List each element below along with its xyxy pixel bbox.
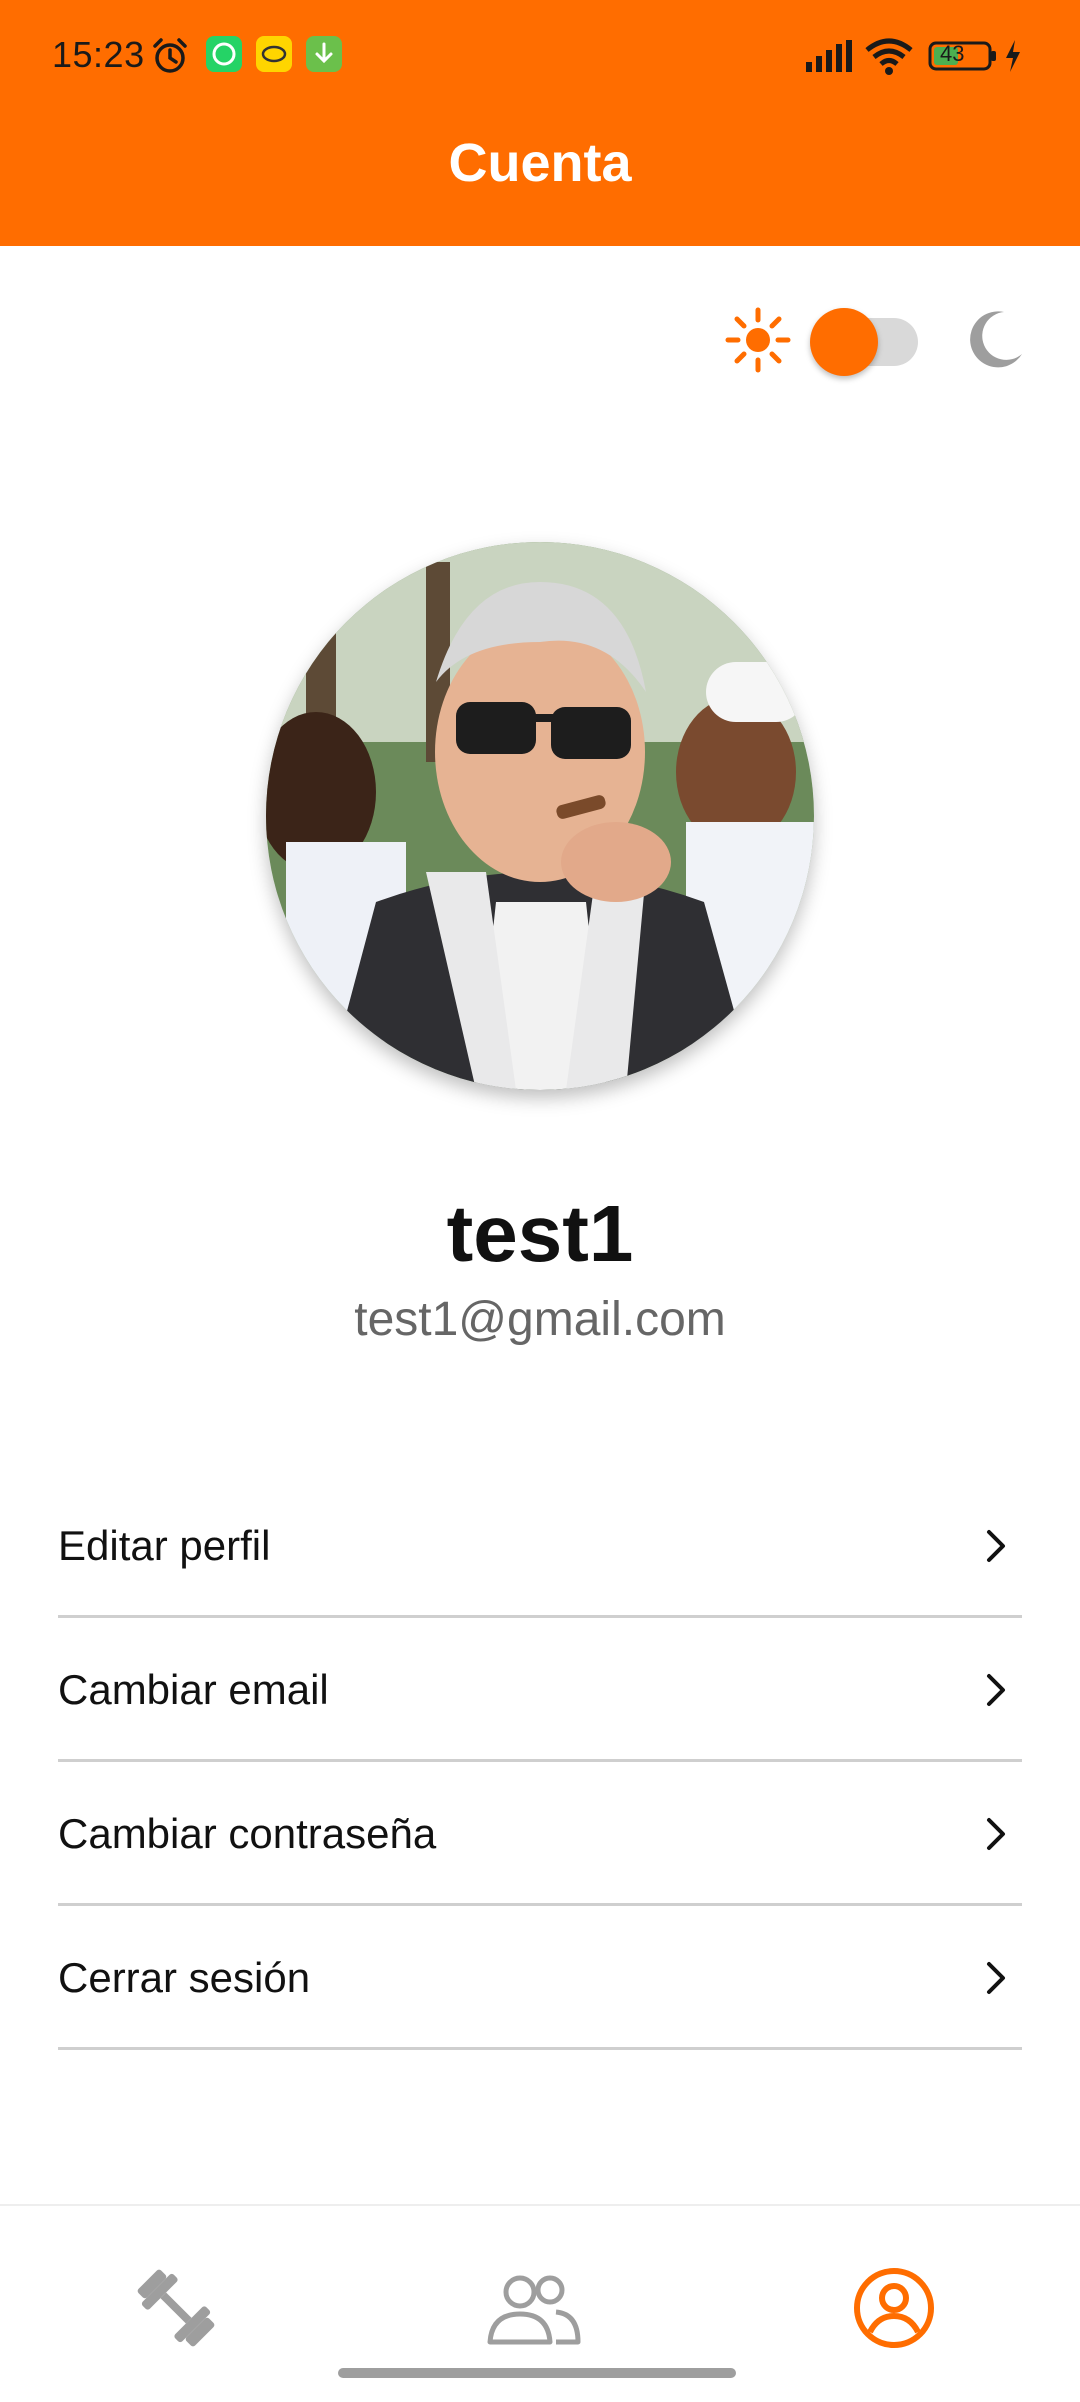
- menu-item-label: Cambiar email: [58, 1666, 329, 1713]
- chevron-right-icon: [984, 1960, 1008, 2001]
- profile-email: test1@gmail.com: [354, 1293, 726, 1346]
- theme-switch-thumb[interactable]: [810, 308, 878, 376]
- menu-item-label: Editar perfil: [58, 1522, 271, 1569]
- nav-workouts[interactable]: [116, 2250, 236, 2370]
- alarm-icon: [150, 36, 190, 81]
- app-bar: 15:23 43 Cuenta: [0, 0, 1080, 246]
- status-bar: 15:23 43: [0, 0, 1080, 110]
- wifi-icon: [864, 36, 914, 81]
- dumbbell-icon: [128, 2260, 224, 2361]
- people-icon: [484, 2268, 584, 2353]
- menu-item-label: Cambiar contraseña: [58, 1810, 437, 1857]
- menu-item-cerrar-sesion[interactable]: Cerrar sesión: [58, 1908, 1022, 2050]
- menu-item-label: Cerrar sesión: [58, 1954, 311, 2001]
- account-circle-icon: [852, 2266, 936, 2355]
- profile-username: test1: [446, 1189, 634, 1278]
- battery-level: 43: [940, 41, 965, 66]
- moon-icon[interactable]: [966, 308, 1026, 377]
- chevron-right-icon: [984, 1672, 1008, 1713]
- download-icon: [306, 36, 342, 77]
- nav-account[interactable]: [834, 2250, 954, 2370]
- charging-icon: [1004, 40, 1022, 77]
- signal-icon: [806, 40, 854, 77]
- nav-community[interactable]: [474, 2250, 594, 2370]
- profile-avatar[interactable]: [266, 542, 814, 1090]
- menu-item-cambiar-contrasena[interactable]: Cambiar contraseña: [58, 1764, 1022, 1906]
- chevron-right-icon: [984, 1816, 1008, 1857]
- account-menu: Editar perfil Cambiar email Cambiar cont…: [58, 1476, 1022, 2052]
- chevron-right-icon: [984, 1528, 1008, 1569]
- status-time: 15:23: [52, 34, 145, 75]
- theme-toggle-row: [0, 290, 1080, 390]
- whatsapp-icon: [206, 36, 242, 77]
- page-title: Cuenta: [448, 133, 632, 193]
- menu-item-editar-perfil[interactable]: Editar perfil: [58, 1476, 1022, 1618]
- menu-item-cambiar-email[interactable]: Cambiar email: [58, 1620, 1022, 1762]
- sun-icon[interactable]: [724, 306, 792, 379]
- home-indicator[interactable]: [338, 2368, 736, 2378]
- yellow-app-icon: [256, 36, 292, 77]
